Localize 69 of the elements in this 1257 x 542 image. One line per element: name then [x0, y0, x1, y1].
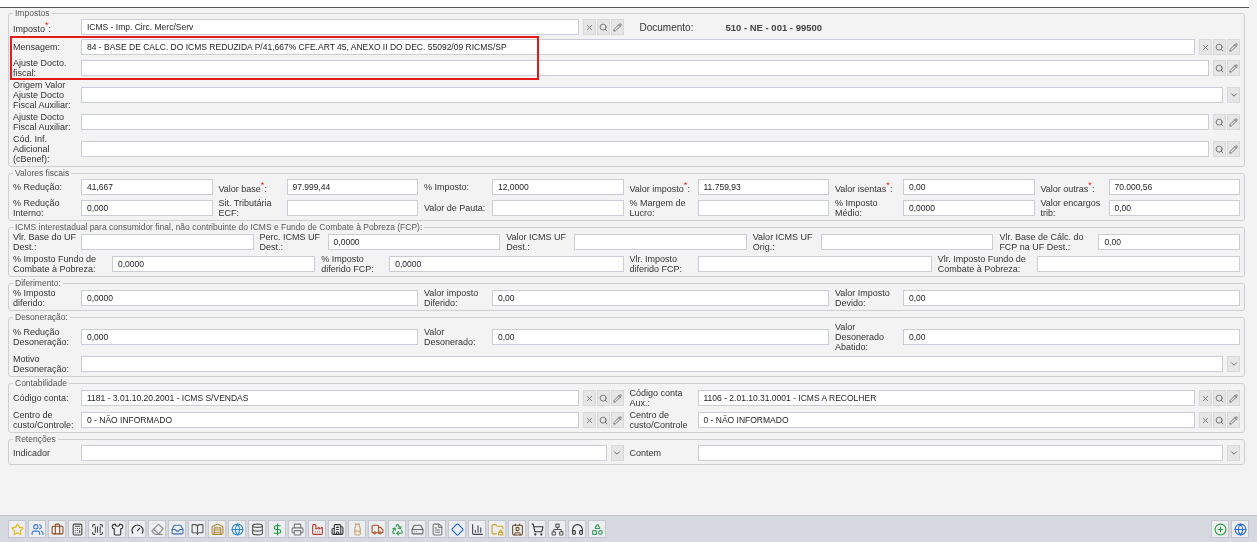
- input-field[interactable]: 0,00: [492, 290, 829, 306]
- input-field[interactable]: 11.759,93: [697, 179, 829, 195]
- field-label: % Imposto Médio:: [835, 198, 879, 218]
- field-label: Valor ICMS UF Orig.:: [752, 232, 814, 252]
- section-title: Desoneração:: [14, 313, 69, 322]
- field-label: Vlr. Imposto Fundo de Combate à Pobreza:: [937, 254, 1027, 274]
- input-field[interactable]: 0 - NÃO INFORMADO: [81, 412, 579, 428]
- field-label: Centro de custo/Controle: [629, 410, 689, 430]
- field-label: Código conta:: [13, 393, 70, 403]
- field-label: % Margem de Lucro:: [629, 198, 687, 218]
- field-label: Documento:: [639, 21, 694, 33]
- field-label: % Redução Desoneração:: [13, 327, 71, 347]
- field-label: Valor de Pauta:: [424, 203, 487, 213]
- input-field[interactable]: 0,00: [903, 179, 1035, 195]
- input-field[interactable]: 0,0000: [903, 200, 1035, 216]
- field-label: % Imposto diferido:: [13, 288, 57, 308]
- field-label: Valor encargos trib:: [1040, 198, 1102, 218]
- input-field[interactable]: 97.999,44: [286, 179, 418, 195]
- field-label: Centro de custo/Controle:: [13, 410, 75, 430]
- section-title: Diferimento:: [14, 279, 62, 288]
- section-title: Retenções: [14, 435, 57, 444]
- field-label: % Imposto diferido FCP:: [321, 254, 375, 274]
- input-field[interactable]: 0,000: [81, 329, 418, 345]
- field-label: % Redução:: [13, 182, 64, 192]
- input-field[interactable]: 0 - NÃO INFORMADO: [697, 412, 1195, 428]
- field-label: Motivo Desoneração:: [13, 354, 71, 374]
- input-field[interactable]: 0,00: [903, 329, 1240, 345]
- field-label: % Imposto Fundo de Combate à Pobreza:: [13, 254, 98, 274]
- section-title: Impostos: [14, 9, 51, 18]
- input-field[interactable]: 0,0000: [389, 256, 624, 272]
- field-label: Sit. Tributária ECF:: [218, 198, 273, 218]
- input-field[interactable]: 0,0000: [327, 234, 501, 250]
- field-label: Contem: [629, 448, 662, 458]
- field-label: Valor Imposto Devido:: [835, 288, 891, 308]
- field-label: Ajuste Docto Fiscal Auxiliar:: [13, 112, 72, 132]
- section-title: Valores fiscais: [14, 169, 71, 178]
- input-field[interactable]: 0,00: [492, 329, 829, 345]
- input-field[interactable]: 1106 - 2.01.10.31.0001 - ICMS A RECOLHER: [697, 390, 1195, 406]
- input-field[interactable]: 0,00: [1108, 200, 1240, 216]
- field-label: Origem Valor Ajuste Docto Fiscal Auxiliar:: [13, 80, 72, 110]
- input-field[interactable]: ICMS - Imp. Circ. Merc/Serv: [81, 19, 579, 35]
- field-label: Valor ICMS UF Dest.:: [506, 232, 568, 252]
- input-field[interactable]: 0,00: [1098, 234, 1240, 250]
- document-number: 510 - NE - 001 - 99500: [725, 21, 823, 33]
- field-label: Vlr. Base de Cálc. do FCP na UF Dest.:: [999, 232, 1085, 252]
- field-label: Ajuste Docto. fiscal:: [13, 58, 68, 78]
- input-field[interactable]: 12,0000: [492, 179, 624, 195]
- field-label: Indicador: [13, 448, 52, 458]
- input-field[interactable]: 84 - BASE DE CALC. DO ICMS REDUZIDA P/41,667% CFE.ART 45, ANEXO II DO DEC. 55092/09 RICMS/SP: [81, 39, 1195, 55]
- field-label: Valor imposto Diferido:: [424, 288, 480, 308]
- field-label: Valor Desonerado Abatido:: [835, 322, 886, 352]
- input-field[interactable]: 41,667: [81, 179, 213, 195]
- field-label: Cód. Inf. Adicional (cBenef):: [13, 134, 51, 164]
- field-label: Perc. ICMS UF Dest.:: [259, 232, 322, 252]
- input-field[interactable]: 0,0000: [81, 290, 418, 306]
- field-label: Vlr. Base do UF Dest.:: [13, 232, 77, 252]
- input-field[interactable]: 0,000: [81, 200, 213, 216]
- section-title: ICMS interestadual para consumidor final, não contribuinte do ICMS e Fundo de Combate à Pobreza (FCP):: [14, 223, 424, 232]
- field-label: Mensagem:: [13, 42, 62, 52]
- field-label: Valor Desonerado:: [424, 327, 477, 347]
- field-label: Código conta Aux.:: [629, 388, 684, 408]
- input-field[interactable]: 0,0000: [112, 256, 316, 272]
- field-label: % Imposto:: [424, 182, 471, 192]
- input-field[interactable]: 1181 - 3.01.10.20.2001 - ICMS S/VENDAS: [81, 390, 579, 406]
- section-title: Contabilidade: [14, 379, 68, 388]
- input-field[interactable]: 0,00: [903, 290, 1240, 306]
- input-field[interactable]: 70.000,56: [1108, 179, 1240, 195]
- field-label: % Redução Interno:: [13, 198, 61, 218]
- field-label: Vlr. Imposto diferido FCP:: [629, 254, 684, 274]
